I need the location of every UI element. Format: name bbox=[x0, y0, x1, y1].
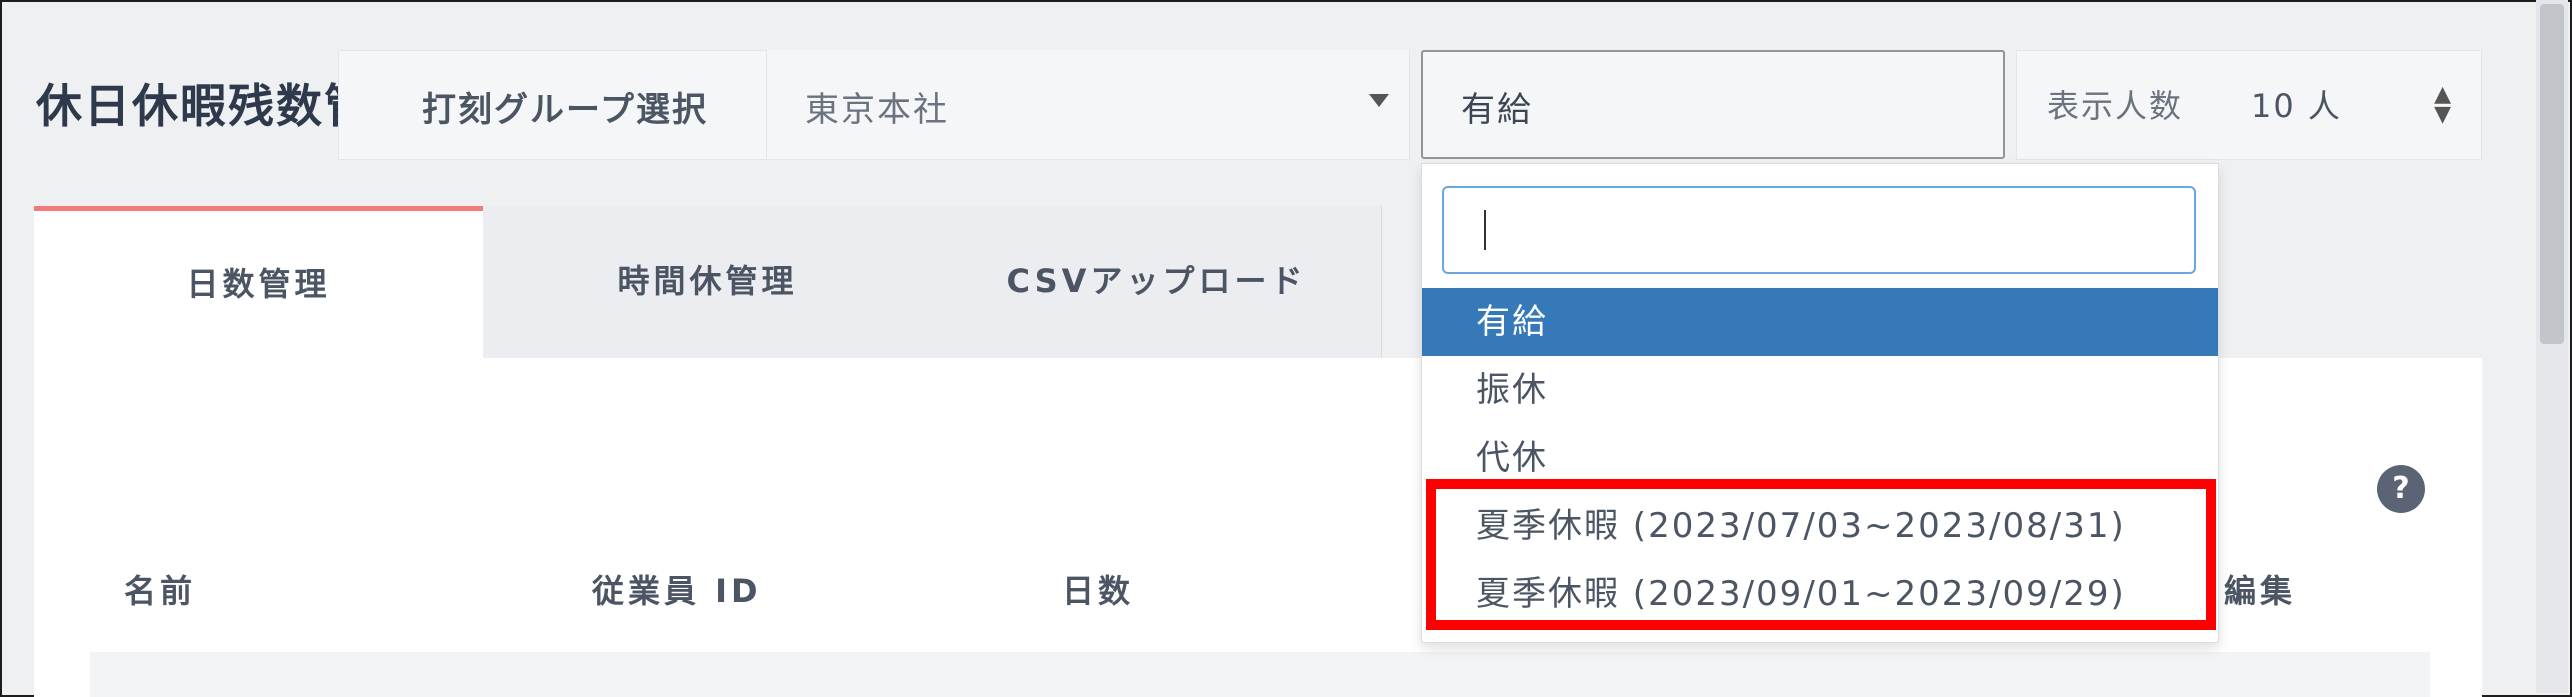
scrollbar-thumb[interactable] bbox=[2540, 4, 2564, 344]
column-header-employee-id: 従業員 ID bbox=[592, 572, 762, 610]
group-select-value: 東京本社 bbox=[805, 90, 949, 130]
display-count-select[interactable]: 10 人 ▲ ▼ bbox=[2219, 50, 2482, 160]
dropdown-search-field[interactable] bbox=[1444, 188, 2194, 272]
leave-type-select[interactable]: 有給 bbox=[1421, 50, 2005, 159]
display-count-label: 表示人数 bbox=[2016, 50, 2221, 160]
caret-down-icon bbox=[1369, 94, 1389, 107]
highlight-box bbox=[1426, 479, 2216, 630]
updown-arrows-icon: ▲ ▼ bbox=[2434, 82, 2451, 127]
question-circle-icon[interactable]: ? bbox=[2377, 465, 2425, 513]
scrollbar[interactable] bbox=[2536, 0, 2568, 693]
column-header-days: 日数 bbox=[1062, 572, 1135, 610]
tab-hourly-leave-management[interactable]: 時間休管理 bbox=[483, 206, 933, 358]
leave-type-select-value: 有給 bbox=[1461, 90, 1533, 130]
table-body bbox=[90, 652, 2430, 697]
dropdown-option-substitute-holiday[interactable]: 振休 bbox=[1422, 356, 2218, 424]
column-header-edit: 編集 bbox=[2224, 572, 2297, 610]
tab-csv-upload[interactable]: CSVアップロード bbox=[932, 206, 1382, 358]
group-select[interactable]: 東京本社 bbox=[766, 50, 1409, 158]
group-select-label: 打刻グループ選択 bbox=[422, 90, 708, 130]
dropdown-option-paid-leave[interactable]: 有給 bbox=[1422, 288, 2218, 356]
display-count-value: 10 人 bbox=[2251, 87, 2342, 125]
display-count-label-text: 表示人数 bbox=[2047, 87, 2184, 125]
dropdown-search-input[interactable] bbox=[1442, 186, 2196, 274]
tab-days-management[interactable]: 日数管理 bbox=[34, 206, 484, 363]
text-cursor bbox=[1484, 210, 1486, 250]
column-header-name: 名前 bbox=[124, 572, 197, 610]
